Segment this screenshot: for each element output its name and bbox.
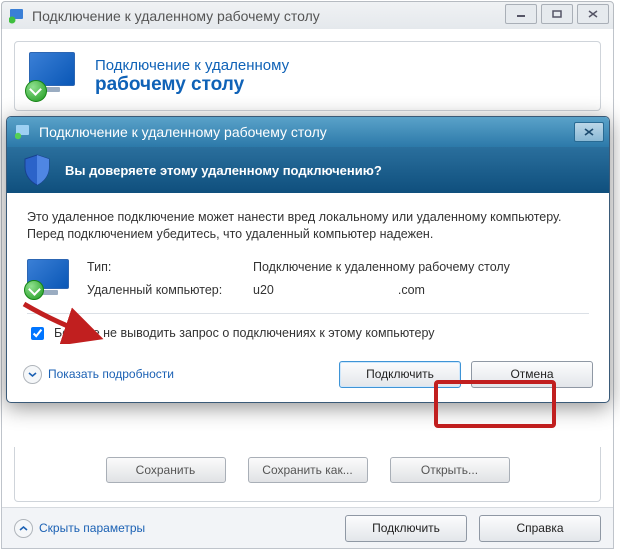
header-line2: рабочему столу: [95, 74, 289, 96]
dialog-body-text: Это удаленное подключение может нанести …: [27, 209, 589, 243]
dialog-banner: Вы доверяете этому удаленному подключени…: [7, 147, 609, 193]
main-window-title: Подключение к удаленному рабочему столу: [32, 8, 320, 24]
chevron-down-icon: [23, 365, 42, 384]
shield-icon: [23, 154, 51, 186]
rdc-details-icon: [27, 259, 73, 299]
type-label: Тип:: [87, 259, 253, 276]
host-value: u20.com: [253, 282, 425, 299]
maximize-button[interactable]: [541, 4, 573, 24]
main-window-footer: Скрыть параметры Подключить Справка: [2, 507, 613, 548]
banner-text: Вы доверяете этому удаленному подключени…: [65, 163, 382, 178]
dialog-close-button[interactable]: [574, 122, 604, 142]
hide-params-link[interactable]: Скрыть параметры: [39, 521, 145, 535]
host-label: Удаленный компьютер:: [87, 282, 253, 299]
show-details-link[interactable]: Показать подробности: [23, 365, 174, 384]
dont-ask-checkbox-row[interactable]: Больше не выводить запрос о подключениях…: [27, 324, 589, 343]
save-buttons-panel: Сохранить Сохранить как... Открыть...: [14, 447, 601, 502]
save-as-button[interactable]: Сохранить как...: [248, 457, 368, 483]
rdc-title-icon: [9, 8, 25, 24]
minimize-button[interactable]: [505, 4, 537, 24]
checkbox-label: Больше не выводить запрос о подключениях…: [54, 325, 435, 342]
main-window-header: Подключение к удаленному рабочему столу: [14, 41, 601, 111]
cancel-button[interactable]: Отмена: [471, 361, 593, 388]
footer-connect-button[interactable]: Подключить: [345, 515, 467, 542]
trust-dialog: Подключение к удаленному рабочему столу …: [6, 116, 610, 403]
rdc-icon: [29, 52, 77, 100]
type-value: Подключение к удаленному рабочему столу: [253, 259, 510, 276]
dont-ask-checkbox[interactable]: [31, 327, 44, 340]
open-button[interactable]: Открыть...: [390, 457, 510, 483]
main-window-titlebar: Подключение к удаленному рабочему столу: [1, 1, 614, 31]
connection-details: Тип: Подключение к удаленному рабочему с…: [27, 259, 589, 299]
connect-button[interactable]: Подключить: [339, 361, 461, 388]
close-button[interactable]: [577, 4, 609, 24]
save-button[interactable]: Сохранить: [106, 457, 226, 483]
footer-help-button[interactable]: Справка: [479, 515, 601, 542]
header-line1: Подключение к удаленному: [95, 57, 289, 74]
close-icon: [584, 128, 594, 136]
dialog-actions: Показать подробности Подключить Отмена: [7, 357, 609, 402]
rdc-small-icon: [15, 124, 31, 140]
dialog-titlebar: Подключение к удаленному рабочему столу: [7, 117, 609, 147]
chevron-up-icon[interactable]: [14, 519, 33, 538]
dialog-title: Подключение к удаленному рабочему столу: [39, 124, 327, 140]
